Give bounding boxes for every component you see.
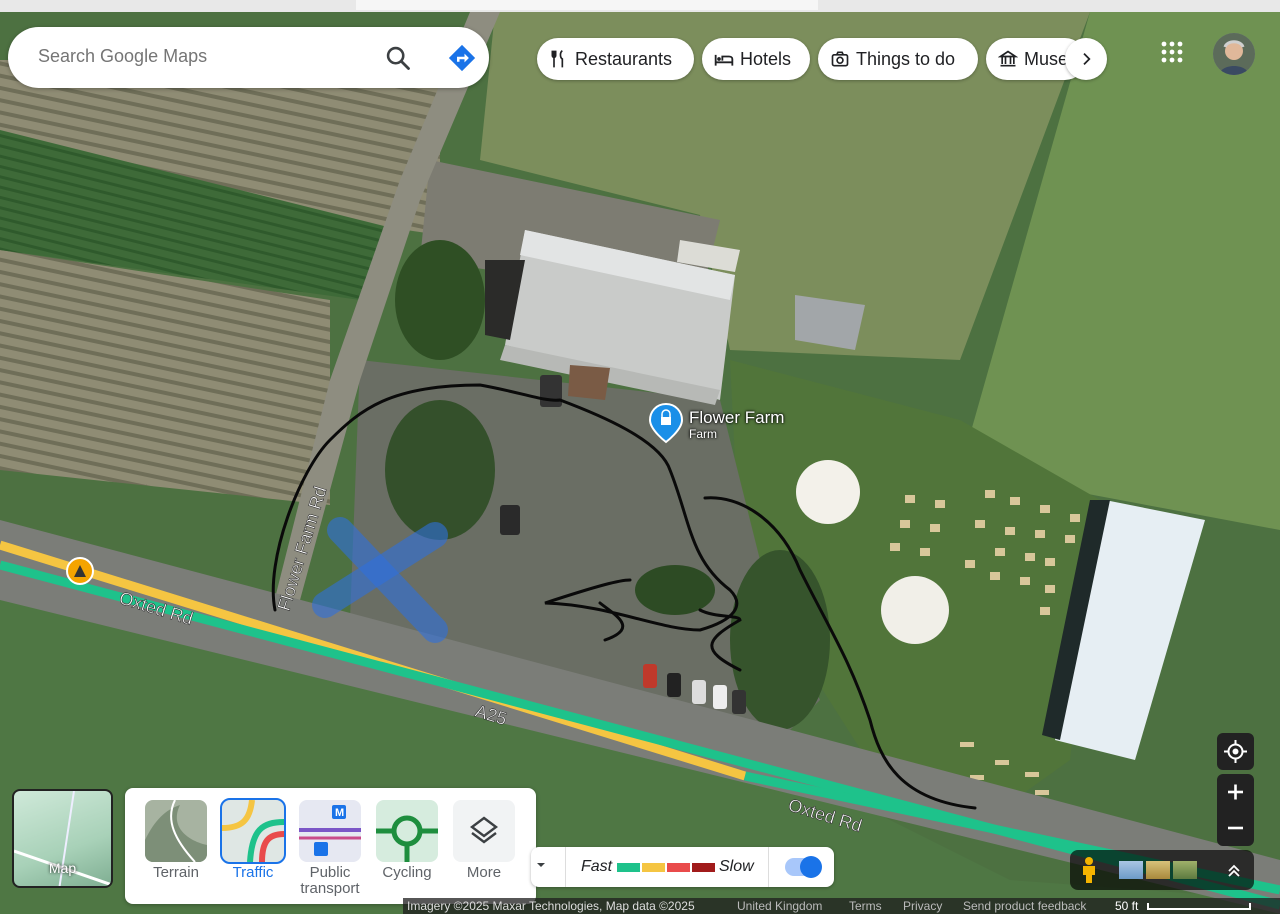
layer-label: Public transport bbox=[300, 864, 360, 897]
crosshair-icon bbox=[1224, 740, 1247, 763]
bed-icon bbox=[714, 54, 734, 66]
scale-label[interactable]: 50 ft bbox=[1115, 899, 1138, 913]
maps-app: Flower Farm Rd Oxted Rd A25 Oxted Rd Flo… bbox=[0, 0, 1280, 914]
cycling-thumb-icon bbox=[376, 800, 438, 862]
map-type-label: Map bbox=[48, 860, 77, 876]
traffic-thumb-icon bbox=[220, 798, 286, 864]
legend-slow-label: Slow bbox=[719, 858, 754, 875]
dome-tent bbox=[881, 576, 949, 644]
tree-cluster bbox=[385, 400, 495, 540]
chevron-right-icon bbox=[1083, 53, 1091, 65]
chip-things-to-do[interactable]: Things to do bbox=[818, 38, 978, 80]
user-photo bbox=[1213, 33, 1255, 75]
shed bbox=[568, 365, 610, 400]
layer-public-transport[interactable]: M Public transport bbox=[298, 800, 362, 897]
tree-cluster bbox=[635, 565, 715, 615]
search-icon[interactable] bbox=[384, 44, 412, 72]
region-link[interactable]: United Kingdom bbox=[737, 899, 822, 913]
camera-icon bbox=[831, 51, 849, 67]
zoom-controls bbox=[1217, 774, 1254, 846]
toggle-knob bbox=[800, 856, 822, 878]
feedback-link[interactable]: Send product feedback bbox=[963, 899, 1086, 913]
chip-label: Muse bbox=[1024, 48, 1069, 69]
legend-swatch-moderate bbox=[642, 863, 665, 872]
roadworks-icon[interactable] bbox=[66, 557, 94, 585]
layers-panel: Terrain Traffic M Public transport Cycli… bbox=[125, 788, 536, 904]
dome-tent bbox=[796, 460, 860, 524]
street-view-bar bbox=[1070, 850, 1254, 890]
layer-label: Cycling bbox=[382, 864, 432, 881]
layer-traffic[interactable]: Traffic bbox=[220, 798, 286, 881]
svg-text:M: M bbox=[335, 807, 344, 819]
place-category: Farm bbox=[689, 427, 717, 441]
chip-label: Restaurants bbox=[575, 48, 673, 69]
pegman-icon[interactable] bbox=[1079, 856, 1099, 884]
zoom-in-icon[interactable] bbox=[1217, 774, 1254, 810]
expand-up-icon[interactable] bbox=[1226, 862, 1242, 878]
imagery-credit: Imagery ©2025 Maxar Technologies, Map da… bbox=[407, 899, 695, 913]
layer-label: More bbox=[466, 864, 502, 881]
privacy-link[interactable]: Privacy bbox=[903, 899, 942, 913]
legend-divider bbox=[565, 847, 566, 887]
search-input[interactable] bbox=[38, 46, 368, 67]
fork-knife-icon bbox=[551, 49, 564, 68]
streetview-thumb-field-icon[interactable] bbox=[1146, 861, 1170, 879]
place-name[interactable]: Flower Farm bbox=[689, 408, 784, 428]
layer-cycling[interactable]: Cycling bbox=[375, 800, 439, 881]
legend-swatch-slow bbox=[667, 863, 690, 872]
zoom-out-icon[interactable] bbox=[1217, 810, 1254, 846]
legend-fast-label: Fast bbox=[581, 858, 613, 875]
chip-label: Hotels bbox=[740, 48, 792, 69]
streetview-thumb-sky-icon[interactable] bbox=[1119, 861, 1143, 879]
my-location-button[interactable] bbox=[1217, 733, 1254, 770]
terrain-thumb-icon bbox=[145, 800, 207, 862]
layer-more[interactable]: More bbox=[452, 800, 516, 881]
tree-cluster bbox=[395, 240, 485, 360]
chip-label: Things to do bbox=[856, 48, 956, 69]
chip-hotels[interactable]: Hotels bbox=[702, 38, 810, 80]
streetview-thumb-grass-icon[interactable] bbox=[1173, 861, 1197, 879]
chevron-down-icon[interactable] bbox=[535, 859, 547, 871]
legend-swatch-fast bbox=[617, 863, 640, 872]
legend-swatch-very-slow bbox=[692, 863, 715, 872]
chips-scroll-right-button[interactable] bbox=[1065, 38, 1107, 80]
legend-divider bbox=[768, 847, 769, 887]
avatar[interactable] bbox=[1213, 33, 1255, 75]
layer-label: Terrain bbox=[153, 864, 199, 881]
layer-label: Traffic bbox=[232, 864, 274, 881]
apps-grid-icon[interactable] bbox=[1160, 40, 1184, 64]
map-type-toggle[interactable]: Map bbox=[12, 789, 113, 888]
museum-icon bbox=[998, 50, 1018, 67]
search-box[interactable] bbox=[8, 27, 489, 88]
chip-restaurants[interactable]: Restaurants bbox=[537, 38, 694, 80]
terms-link[interactable]: Terms bbox=[849, 899, 882, 913]
layers-stack-icon bbox=[453, 800, 515, 862]
layer-terrain[interactable]: Terrain bbox=[144, 800, 208, 881]
scale-bar bbox=[1147, 903, 1251, 910]
satellite-map[interactable]: Flower Farm Rd Oxted Rd A25 Oxted Rd bbox=[0, 0, 1280, 914]
transit-thumb-icon: M bbox=[299, 800, 361, 862]
traffic-legend: Fast Slow bbox=[531, 847, 834, 887]
live-traffic-toggle[interactable] bbox=[785, 856, 822, 878]
directions-icon[interactable] bbox=[447, 43, 477, 73]
